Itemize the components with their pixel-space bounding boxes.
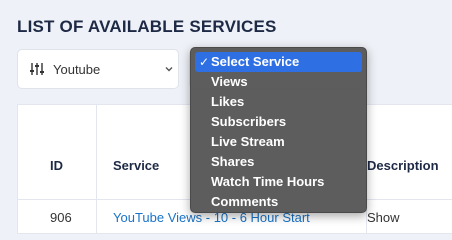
dropdown-option-shares[interactable]: Shares — [191, 152, 366, 172]
dropdown-option-subscribers[interactable]: Subscribers — [191, 112, 366, 132]
show-description-link[interactable]: Show — [367, 210, 400, 225]
chevron-down-icon — [165, 67, 173, 72]
filter-sliders-icon — [30, 63, 44, 75]
option-label: Watch Time Hours — [211, 174, 325, 189]
cell-id: 906 — [50, 210, 72, 225]
dropdown-option-live-stream[interactable]: Live Stream — [191, 132, 366, 152]
option-label: Comments — [211, 194, 279, 209]
option-label: Select Service — [211, 54, 300, 69]
option-label: Subscribers — [211, 114, 287, 129]
column-header-description: Description — [367, 158, 439, 173]
dropdown-option-select-service[interactable]: ✓ Select Service — [195, 52, 362, 72]
page-title: LIST OF AVAILABLE SERVICES — [17, 17, 277, 36]
column-header-id: ID — [50, 158, 63, 173]
service-dropdown-menu: ✓ Select Service Views Likes Subscribers… — [190, 47, 367, 213]
dropdown-option-likes[interactable]: Likes — [191, 92, 366, 112]
option-label: Views — [211, 74, 248, 89]
option-label: Shares — [211, 154, 255, 169]
column-header-service: Service — [113, 158, 160, 173]
dropdown-option-views[interactable]: Views — [191, 72, 366, 92]
checkmark-icon: ✓ — [199, 55, 210, 69]
dropdown-option-watch-time-hours[interactable]: Watch Time Hours — [191, 172, 366, 192]
platform-select[interactable]: Youtube — [17, 49, 179, 89]
option-label: Likes — [211, 94, 245, 109]
dropdown-option-comments[interactable]: Comments — [191, 192, 366, 212]
option-label: Live Stream — [211, 134, 285, 149]
platform-select-value: Youtube — [53, 62, 101, 77]
column-divider — [96, 105, 97, 233]
